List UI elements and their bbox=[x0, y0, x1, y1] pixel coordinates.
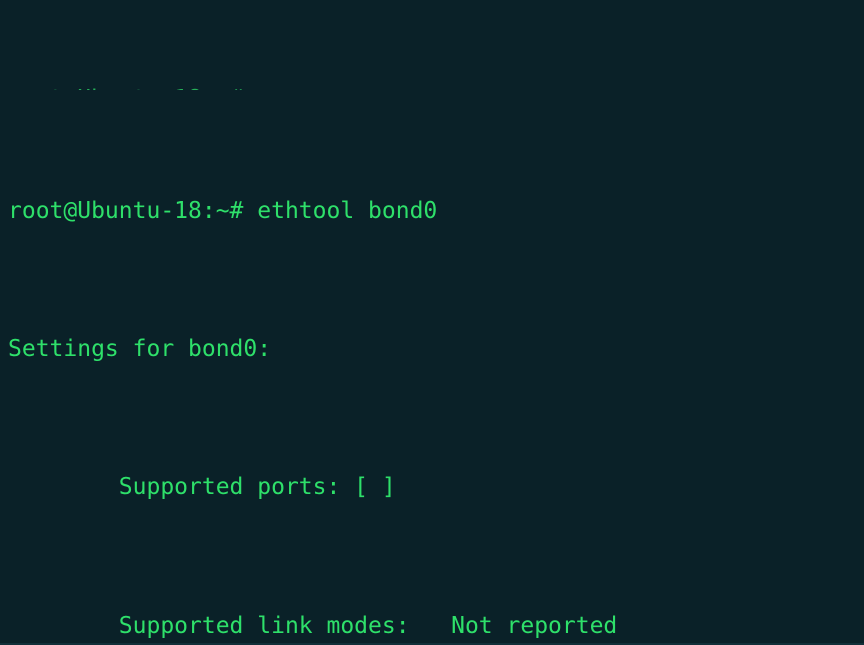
terminal-line-settings-header: Settings for bond0: bbox=[8, 335, 272, 362]
terminal-line-scrollback-clipped: root@Ubuntu-18:~# bbox=[8, 82, 864, 90]
terminal-line-supported-link-modes: Supported link modes: Not reported bbox=[8, 612, 618, 639]
terminal-screen[interactable]: root@Ubuntu-18:~# root@Ubuntu-18:~# etht… bbox=[8, 4, 864, 645]
terminal-line-command: root@Ubuntu-18:~# ethtool bond0 bbox=[8, 197, 438, 224]
terminal-window[interactable]: root@Ubuntu-18:~# root@Ubuntu-18:~# etht… bbox=[0, 0, 864, 645]
terminal-line-supported-ports: Supported ports: [ ] bbox=[8, 474, 396, 501]
